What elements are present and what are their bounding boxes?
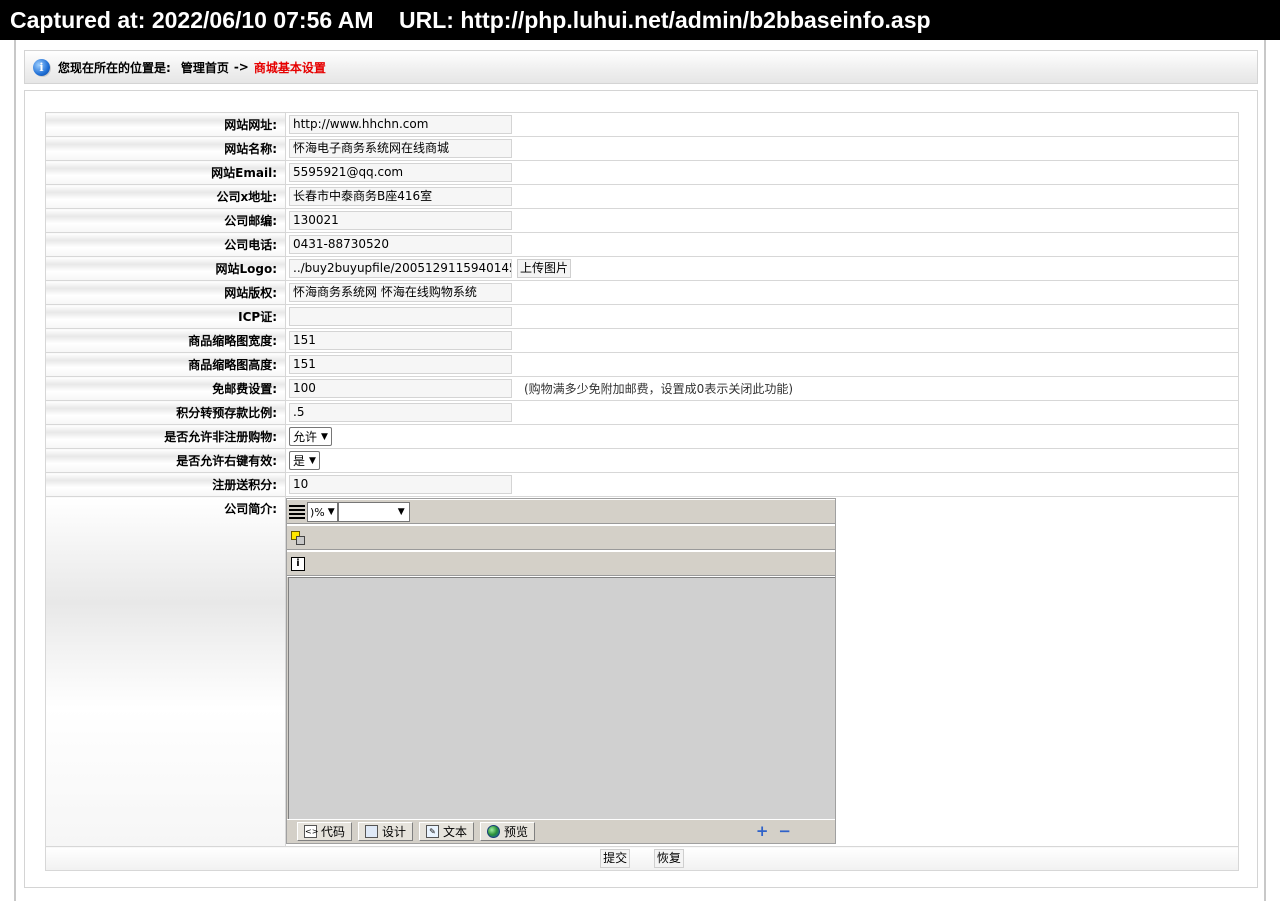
site-copyright-input[interactable]: 怀海商务系统网 怀海在线购物系统 [289,283,512,302]
zoom-select-value: )% [310,505,325,519]
site-name-input[interactable]: 怀海电子商务系统网在线商城 [289,139,512,158]
thumb-width-label: 商品缩略图宽度: [45,328,286,353]
editor-toolbar-row-2 [287,525,835,551]
form-row-register-points: 注册送积分: 10 [45,472,1239,497]
chevron-down-icon: ▼ [309,455,316,466]
form-row-site-url: 网站网址: http://www.hhchn.com [45,112,1239,137]
style-select[interactable]: ▼ [337,502,410,522]
free-shipping-hint: (购物满多少免附加邮费，设置成0表示关闭此功能) [524,382,793,396]
form-row-points-ratio: 积分转预存款比例: .5 [45,400,1239,425]
thumb-height-input[interactable]: 151 [289,355,512,374]
editor-content-area[interactable] [288,577,835,819]
upload-image-button[interactable]: 上传图片 [517,259,572,278]
allow-right-click-selected: 是 [293,454,306,468]
form-row-site-name: 网站名称: 怀海电子商务系统网在线商城 [45,136,1239,161]
align-justify-icon[interactable] [289,505,305,519]
form-row-allow-right-click: 是否允许右键有效: 是 ▼ [45,448,1239,473]
mode-preview-button[interactable]: 预览 [480,822,536,841]
zoom-in-icon[interactable]: + [756,824,769,839]
site-logo-input[interactable]: ../buy2buyupfile/2005129115940145 [289,259,512,278]
company-zip-input[interactable]: 130021 [289,211,512,230]
admin-frame: i 您现在所在的位置是: 管理首页 -> 商城基本设置 网站网址: http:/… [14,40,1266,901]
chevron-down-icon: ▼ [321,431,328,442]
mode-code-label: 代码 [321,825,346,839]
site-email-input[interactable]: 5595921@qq.com [289,163,512,182]
mode-code-button[interactable]: <> 代码 [297,822,353,841]
breadcrumb-separator: -> [233,60,249,74]
editor-zoom-controls: + − [756,824,791,839]
site-email-label: 网站Email: [45,160,286,185]
chevron-down-icon: ▼ [397,507,405,517]
company-address-label: 公司x地址: [45,184,286,209]
form-row-company-intro: 公司简介: )% ▼ ▼ i <> 代码 设计 ✎ 文本 预览 + − [45,496,1239,847]
mode-text-label: 文本 [443,825,468,839]
site-copyright-label: 网站版权: [45,280,286,305]
editor-toolbar-row-3: i [287,551,835,577]
reset-button[interactable]: 恢复 [653,849,684,868]
allow-unregistered-label: 是否允许非注册购物: [45,424,286,449]
text-icon: ✎ [426,825,440,838]
icp-input[interactable] [289,307,512,326]
editor-toolbar-row-1: )% ▼ ▼ [287,499,835,525]
icp-label: ICP证: [45,304,286,329]
form-row-company-address: 公司x地址: 长春市中泰商务B座416室 [45,184,1239,209]
form-row-thumb-width: 商品缩略图宽度: 151 [45,328,1239,353]
register-points-input[interactable]: 10 [289,475,512,494]
company-phone-label: 公司电话: [45,232,286,257]
company-zip-label: 公司邮编: [45,208,286,233]
allow-right-click-select[interactable]: 是 ▼ [289,451,320,470]
form-actions: 提交 恢复 [45,846,1239,871]
allow-unregistered-selected: 允许 [293,430,318,444]
info-icon[interactable]: i [291,557,305,571]
code-icon: <> [304,825,319,838]
allow-right-click-label: 是否允许右键有效: [45,448,286,473]
capture-banner: Captured at: 2022/06/10 07:56 AM URL: ht… [0,0,1280,40]
rich-text-editor: )% ▼ ▼ i <> 代码 设计 ✎ 文本 预览 + − [286,498,836,844]
breadcrumb-home-link[interactable]: 管理首页 [181,59,229,76]
form-row-allow-unregistered: 是否允许非注册购物: 允许 ▼ [45,424,1239,449]
site-name-label: 网站名称: [45,136,286,161]
points-ratio-label: 积分转预存款比例: [45,400,286,425]
form-row-thumb-height: 商品缩略图高度: 151 [45,352,1239,377]
company-address-input[interactable]: 长春市中泰商务B座416室 [289,187,512,206]
breadcrumb-prefix: 您现在所在的位置是: [58,60,171,75]
form-row-site-copyright: 网站版权: 怀海商务系统网 怀海在线购物系统 [45,280,1239,305]
breadcrumb-current: 商城基本设置 [253,60,326,75]
breadcrumb: i 您现在所在的位置是: 管理首页 -> 商城基本设置 [24,50,1258,84]
form-row-company-zip: 公司邮编: 130021 [45,208,1239,233]
form-row-site-email: 网站Email: 5595921@qq.com [45,160,1239,185]
form-row-icp: ICP证: [45,304,1239,329]
thumb-height-label: 商品缩略图高度: [45,352,286,377]
form-row-actions: 提交 恢复 [45,846,1239,871]
site-url-input[interactable]: http://www.hhchn.com [289,115,512,134]
thumb-width-input[interactable]: 151 [289,331,512,350]
chevron-down-icon: ▼ [327,507,335,517]
editor-mode-bar: <> 代码 设计 ✎ 文本 预览 + − [287,819,835,843]
settings-panel: 网站网址: http://www.hhchn.com 网站名称: 怀海电子商务系… [24,90,1258,888]
allow-unregistered-select[interactable]: 允许 ▼ [289,427,332,446]
company-intro-label: 公司简介: [45,496,286,847]
mode-text-button[interactable]: ✎ 文本 [419,822,475,841]
preview-icon [487,825,501,838]
mode-preview-label: 预览 [504,825,529,839]
mode-design-button[interactable]: 设计 [358,822,414,841]
zoom-out-icon[interactable]: − [778,824,791,839]
submit-button[interactable]: 提交 [600,849,631,868]
settings-form: 网站网址: http://www.hhchn.com 网站名称: 怀海电子商务系… [45,112,1239,871]
form-row-free-shipping: 免邮费设置: 100 (购物满多少免附加邮费，设置成0表示关闭此功能) [45,376,1239,401]
site-url-label: 网站网址: [45,112,286,137]
info-globe-icon: i [33,58,50,76]
free-shipping-label: 免邮费设置: [45,376,286,401]
register-points-label: 注册送积分: [45,472,286,497]
layer-icon[interactable] [291,531,305,545]
form-row-company-phone: 公司电话: 0431-88730520 [45,232,1239,257]
company-phone-input[interactable]: 0431-88730520 [289,235,512,254]
zoom-select[interactable]: )% ▼ [307,502,338,522]
form-row-site-logo: 网站Logo: ../buy2buyupfile/200512911594014… [45,256,1239,281]
design-icon [365,825,379,838]
points-ratio-input[interactable]: .5 [289,403,512,422]
free-shipping-input[interactable]: 100 [289,379,512,398]
site-logo-label: 网站Logo: [45,256,286,281]
mode-design-label: 设计 [382,825,407,839]
